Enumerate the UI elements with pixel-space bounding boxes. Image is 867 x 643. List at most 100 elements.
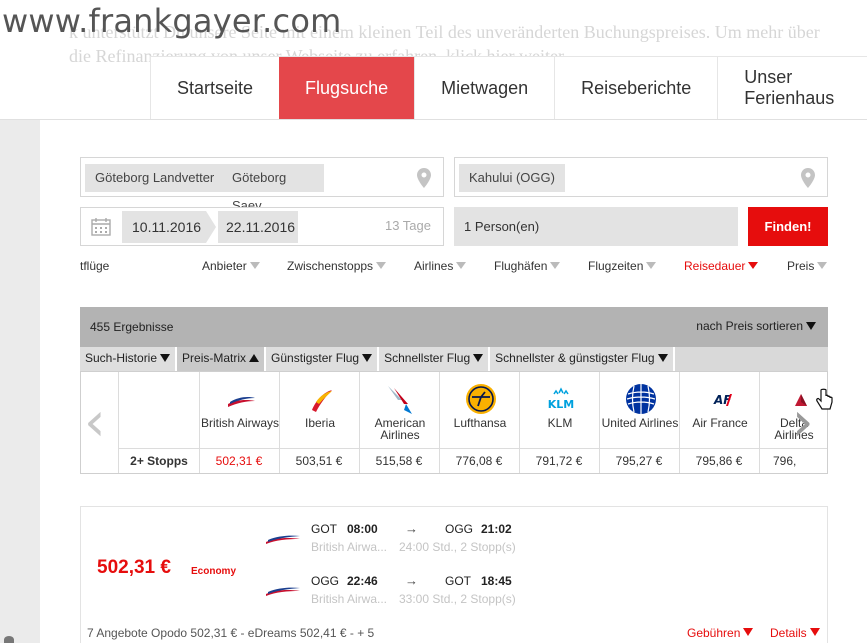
segment-airline: British Airwa... bbox=[311, 592, 388, 606]
segment-departure-time: 08:00 bbox=[347, 522, 378, 536]
chevron-down-icon bbox=[743, 628, 754, 636]
origin-chip-landvetter[interactable]: Göteborg Landvetter bbox=[85, 164, 225, 192]
matrix-price-cell[interactable]: 515,58 € bbox=[359, 454, 439, 468]
destination-chip[interactable]: Kahului (OGG) bbox=[459, 164, 565, 192]
segment-airline: British Airwa... bbox=[311, 540, 388, 554]
segment-departure-time: 22:46 bbox=[347, 574, 378, 588]
segment-duration-info: 33:00 Std., 2 Stopp(s) bbox=[399, 592, 516, 606]
flight-result-card[interactable]: 502,31 € Economy GOT 08:00 → OGG 21:02 B… bbox=[80, 506, 828, 643]
sort-dropdown[interactable]: nach Preis sortieren bbox=[696, 319, 816, 333]
airline-name: British Airways bbox=[200, 416, 280, 430]
filter-zwischenstopps[interactable]: Zwischenstopps bbox=[287, 259, 387, 273]
british-airways-logo-icon bbox=[228, 397, 255, 407]
iberia-logo-icon bbox=[312, 390, 332, 412]
segment-origin: GOT bbox=[311, 522, 337, 536]
nav-item-mietwagen[interactable]: Mietwagen bbox=[414, 57, 555, 119]
fees-link[interactable]: Gebühren bbox=[687, 626, 754, 640]
nav-item-flugsuche[interactable]: Flugsuche bbox=[279, 57, 415, 119]
filter-reisedauer[interactable]: Reisedauer bbox=[684, 259, 759, 273]
arrow-right-icon: → bbox=[405, 573, 418, 588]
tab-guenstigster-flug[interactable]: Günstigster Flug bbox=[266, 347, 380, 371]
filter-direktfluege[interactable]: Direktflüge bbox=[80, 259, 109, 273]
site-header: k unterstützt Du unsere Seite mit einem … bbox=[0, 0, 867, 120]
trip-duration: 13 Tage bbox=[384, 218, 431, 233]
airline-name: American Airlines bbox=[374, 416, 426, 442]
filter-flughaefen[interactable]: Flughäfen bbox=[494, 259, 561, 273]
chevron-down-icon bbox=[809, 628, 820, 636]
tab-preis-matrix[interactable]: Preis-Matrix bbox=[177, 347, 267, 371]
matrix-price-cell[interactable]: 795,86 € bbox=[679, 454, 759, 468]
chevron-up-icon bbox=[249, 354, 260, 362]
matrix-price-cell[interactable]: 791,72 € bbox=[519, 454, 599, 468]
segment-destination: OGG bbox=[445, 522, 474, 536]
british-airways-logo-icon bbox=[266, 535, 300, 544]
tab-such-historie[interactable]: Such-Historie bbox=[80, 347, 178, 371]
location-pin-icon bbox=[417, 168, 431, 188]
airline-name: Lufthansa bbox=[453, 416, 507, 430]
scroll-indicator bbox=[4, 636, 14, 643]
persons-selector[interactable]: 1 Person(en) bbox=[454, 207, 738, 246]
chevron-down-icon bbox=[362, 354, 373, 362]
chevron-down-icon bbox=[817, 262, 828, 269]
klm-logo-icon: KLM bbox=[548, 387, 574, 411]
nav-item-ferienhaus[interactable]: Unser Ferienhaus bbox=[717, 57, 867, 119]
watermark-text: www.frankgayer.com bbox=[2, 2, 342, 40]
date-range-field[interactable]: 10.11.2016 22.11.2016 13 Tage bbox=[80, 207, 444, 246]
header-divider bbox=[0, 119, 867, 120]
chevron-down-icon bbox=[550, 262, 561, 269]
matrix-row-divider bbox=[119, 448, 827, 449]
svg-text:KLM: KLM bbox=[548, 398, 574, 411]
date-from-chip[interactable]: 10.11.2016 bbox=[122, 211, 206, 243]
matrix-price-cell[interactable]: 796, bbox=[759, 454, 799, 468]
airline-name: United Airlines bbox=[601, 416, 679, 430]
location-pin-icon bbox=[801, 168, 815, 188]
chevron-down-icon bbox=[160, 354, 171, 362]
results-count: 455 Ergebnisse bbox=[90, 320, 174, 334]
result-view-tabs: Such-Historie Preis-Matrix Günstigster F… bbox=[80, 347, 828, 371]
origin-chip-saev[interactable]: Göteborg Saev bbox=[222, 164, 324, 213]
find-button[interactable]: Finden! bbox=[748, 207, 828, 246]
arrow-right-icon: → bbox=[405, 521, 418, 536]
chevron-down-icon bbox=[748, 262, 759, 269]
filter-preis[interactable]: Preis bbox=[787, 259, 828, 273]
date-separator-chevron bbox=[206, 211, 216, 243]
chevron-down-icon bbox=[646, 262, 657, 269]
american-airlines-logo-icon bbox=[388, 386, 412, 414]
matrix-prev-arrow-icon[interactable]: ‹ bbox=[84, 392, 106, 452]
matrix-price-cell[interactable]: 795,27 € bbox=[599, 454, 679, 468]
nav-item-reiseberichte[interactable]: Reiseberichte bbox=[554, 57, 718, 119]
destination-field[interactable]: Kahului (OGG) bbox=[454, 157, 828, 197]
segment-destination: GOT bbox=[445, 574, 471, 588]
tab-schnellster-guenstigster[interactable]: Schnellster & günstigster Flug bbox=[490, 347, 675, 371]
filter-bar: Direktflüge Anbieter Zwischenstopps Airl… bbox=[80, 255, 830, 279]
air-france-logo-icon: AF bbox=[713, 393, 732, 407]
details-link[interactable]: Details bbox=[770, 626, 820, 640]
date-to-chip[interactable]: 22.11.2016 bbox=[218, 211, 298, 243]
segment-arrival-time: 21:02 bbox=[481, 522, 512, 536]
segment-origin: OGG bbox=[311, 574, 340, 588]
chevron-down-icon bbox=[473, 354, 484, 362]
airline-name: KLM bbox=[547, 416, 573, 430]
matrix-price-cell[interactable]: 503,51 € bbox=[279, 454, 359, 468]
filter-anbieter[interactable]: Anbieter bbox=[202, 259, 260, 273]
chevron-down-icon bbox=[456, 262, 467, 269]
filter-airlines[interactable]: Airlines bbox=[414, 259, 467, 273]
chevron-down-icon bbox=[249, 262, 260, 269]
calendar-icon[interactable] bbox=[91, 218, 111, 236]
origin-field[interactable]: Göteborg Landvetter Göteborg Saev bbox=[80, 157, 444, 213]
matrix-price-cell[interactable]: 502,31 € bbox=[199, 454, 279, 468]
airline-name: Iberia bbox=[304, 416, 336, 430]
matrix-price-cell[interactable]: 776,08 € bbox=[439, 454, 519, 468]
segment-duration-info: 24:00 Std., 2 Stopp(s) bbox=[399, 540, 516, 554]
united-airlines-logo-icon bbox=[626, 384, 656, 414]
result-price: 502,31 € bbox=[97, 557, 171, 578]
matrix-next-arrow-icon[interactable]: › bbox=[792, 392, 814, 452]
tab-schnellster-flug[interactable]: Schnellster Flug bbox=[379, 347, 491, 371]
chevron-down-icon bbox=[376, 262, 387, 269]
offers-summary[interactable]: 7 Angebote Opodo 502,31 € - eDreams 502,… bbox=[87, 626, 374, 640]
filter-flugzeiten[interactable]: Flugzeiten bbox=[588, 259, 657, 273]
results-header: 455 Ergebnisse nach Preis sortieren bbox=[80, 307, 828, 347]
segment-arrival-time: 18:45 bbox=[481, 574, 512, 588]
nav-item-startseite[interactable]: Startseite bbox=[150, 57, 280, 119]
hand-cursor-icon bbox=[816, 388, 833, 410]
